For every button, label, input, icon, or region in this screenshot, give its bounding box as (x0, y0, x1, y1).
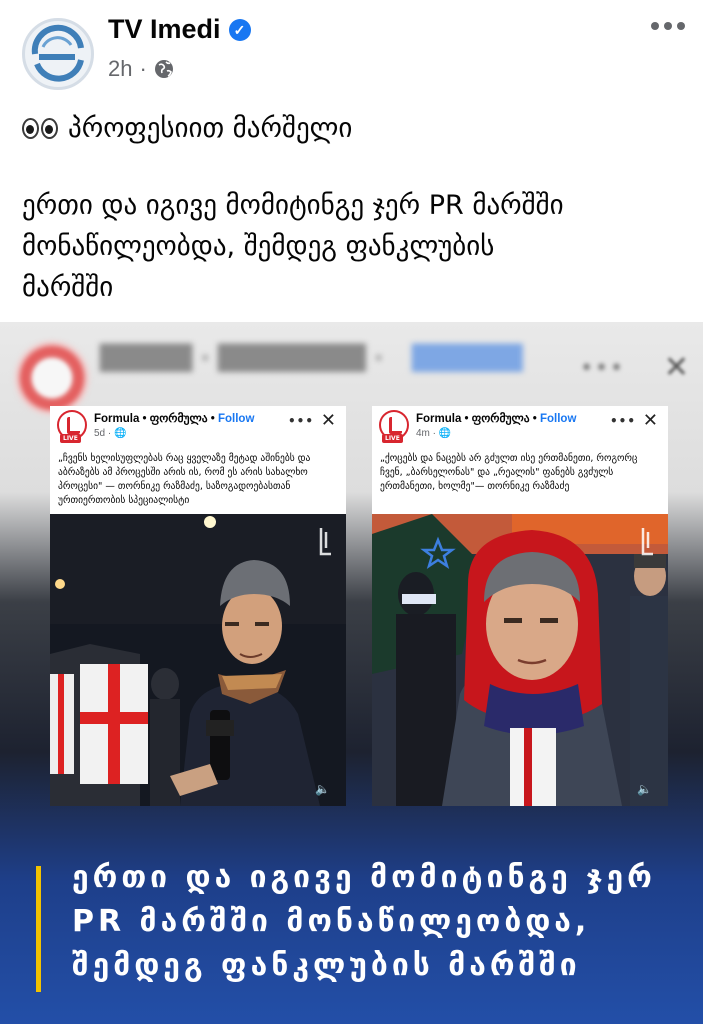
author-name-row: TV Imedi ✓ (108, 14, 251, 45)
formula-watermark-icon (641, 528, 653, 556)
card-quote: „ჩვენს ხელისუფლებას რაც ყველაზე მეტად აშ… (58, 453, 311, 506)
overlay-line-1: ერთი და იგივე მომიტინგე ჯერ (72, 860, 656, 895)
meta-separator: · (139, 56, 147, 81)
card-header: LIVE Formula • ფორმულა • Follow 4m · 🌐 •… (372, 406, 668, 450)
screenshot-card-left: LIVE Formula • ფორმულა • Follow 5d · 🌐 •… (50, 406, 346, 806)
live-badge: LIVE (382, 434, 403, 443)
card-photo-right: 🔈 (372, 514, 668, 806)
card-more-icon: ••• (287, 414, 314, 428)
post-time[interactable]: 2h (108, 56, 132, 82)
sound-icon: 🔈 (637, 782, 652, 796)
post-image[interactable]: █████ · ████████ · ██████ ••• ✕ LIVE For… (0, 322, 703, 1024)
card-header: LIVE Formula • ფორმულა • Follow 5d · 🌐 •… (50, 406, 346, 450)
caption-line-2: ერთი და იგივე მომიტინგე ჯერ PR მარშში (22, 190, 564, 221)
overlay-line-3: შემდეგ ფანკლუბის მარშში (72, 948, 581, 983)
post-meta: 2h · (108, 56, 174, 82)
blurred-close-icon: ✕ (663, 350, 689, 385)
fan-march-photo (372, 514, 668, 806)
caption-line-4: მარშში (22, 272, 114, 303)
formula-watermark-icon (319, 528, 331, 556)
blurred-background-header: █████ · ████████ · ██████ ••• ✕ (0, 322, 703, 418)
more-options-icon[interactable] (651, 22, 685, 30)
page-avatar[interactable] (22, 18, 94, 90)
card-quote: „ქოცებს და ნაცებს არ გძულთ ისე ერთმანეთი… (380, 453, 638, 492)
card-more-icon: ••• (609, 414, 636, 428)
card-close-icon: ✕ (320, 410, 336, 431)
author-name[interactable]: TV Imedi (108, 14, 221, 45)
image-overlay-text: ერთი და იგივე მომიტინგე ჯერ PR მარშში მო… (72, 856, 656, 988)
card-photo-left: 🔈 (50, 514, 346, 806)
caption-line-3: მონაწილეობდა, შემდეგ ფანკლუბის (22, 231, 495, 262)
card-follow: Follow (539, 413, 577, 425)
post-header: TV Imedi ✓ 2h · (0, 0, 703, 100)
card-time: 4m · 🌐 (416, 428, 452, 439)
verified-badge-icon: ✓ (228, 18, 251, 41)
sound-icon: 🔈 (315, 782, 330, 796)
caption-headline: პროფესიით მარშელი (22, 108, 687, 149)
overlay-line-2: PR მარშში მონაწილეობდა, (72, 904, 591, 939)
card-follow: Follow (217, 413, 255, 425)
eyes-emoji-icon (22, 118, 58, 139)
card-name-text: Formula • ფორმულა • (416, 413, 540, 425)
caption-line-1: პროფესიით მარშელი (68, 113, 353, 144)
card-page-name: Formula • ფორმულა • Follow (416, 411, 576, 425)
imedi-logo-icon (27, 23, 89, 85)
screenshot-card-right: LIVE Formula • ფორმულა • Follow 4m · 🌐 •… (372, 406, 668, 806)
card-close-icon: ✕ (642, 410, 658, 431)
post-caption: პროფესიით მარშელი ერთი და იგივე მომიტინგ… (22, 108, 687, 308)
blurred-dots-icon: ••• (580, 356, 625, 381)
blurred-title: █████ · ████████ · (100, 344, 384, 372)
accent-bar (36, 866, 41, 992)
live-badge: LIVE (60, 434, 81, 443)
card-name-text: Formula • ფორმულა • (94, 413, 218, 425)
blurred-follow: ██████ (412, 344, 523, 372)
card-page-name: Formula • ფორმულა • Follow (94, 411, 254, 425)
globe-icon (154, 60, 173, 78)
protest-man-photo (50, 514, 346, 806)
card-time: 5d · 🌐 (94, 428, 127, 439)
